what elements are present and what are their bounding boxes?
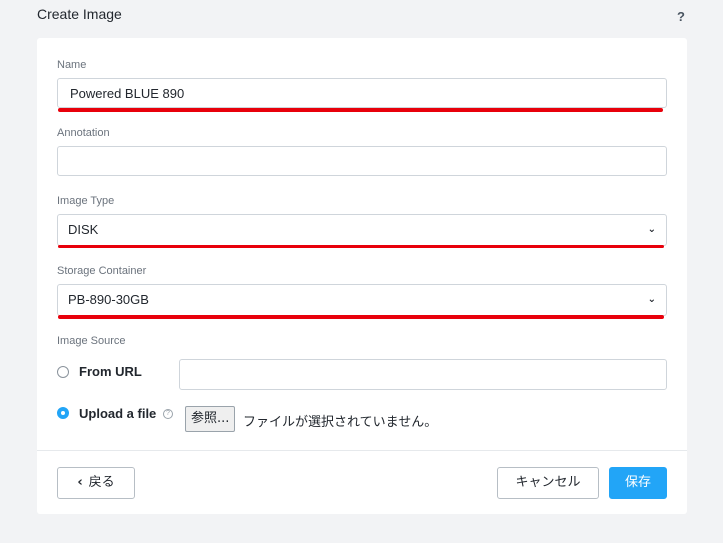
- dialog-title: Create Image: [37, 6, 122, 22]
- image-type-select[interactable]: DISK ⌄: [57, 214, 667, 246]
- storage-container-label: Storage Container: [57, 265, 147, 277]
- annotation-label: Annotation: [57, 127, 110, 139]
- from-url-radio[interactable]: [57, 366, 69, 378]
- save-button[interactable]: 保存: [609, 467, 667, 499]
- help-icon[interactable]: ?: [677, 9, 685, 24]
- image-source-label: Image Source: [57, 335, 126, 347]
- back-button[interactable]: ‹ 戻る: [57, 467, 135, 499]
- name-label: Name: [57, 59, 87, 71]
- browse-file-button[interactable]: 参照...: [185, 406, 236, 432]
- upload-file-label[interactable]: Upload a file: [79, 406, 156, 421]
- cancel-button[interactable]: キャンセル: [497, 467, 599, 499]
- chevron-down-icon: ⌄: [647, 294, 656, 305]
- annotation-input[interactable]: [57, 146, 667, 176]
- from-url-input[interactable]: [179, 359, 667, 390]
- back-button-label: 戻る: [88, 475, 115, 490]
- image-type-label: Image Type: [57, 195, 115, 207]
- from-url-label[interactable]: From URL: [79, 364, 142, 379]
- storage-container-highlight-underline: [58, 315, 664, 319]
- footer-divider: [37, 450, 687, 451]
- upload-file-radio[interactable]: [57, 407, 69, 419]
- chevron-left-icon: ‹: [77, 475, 83, 490]
- image-type-value: DISK: [68, 222, 99, 237]
- chevron-down-icon: ⌄: [647, 224, 656, 235]
- image-type-highlight-underline: [58, 245, 664, 248]
- name-input[interactable]: [57, 78, 667, 108]
- storage-container-select[interactable]: PB-890-30GB ⌄: [57, 284, 667, 316]
- name-highlight-underline: [58, 108, 663, 112]
- create-image-form: Name Annotation Image Type DISK ⌄ Storag…: [37, 38, 687, 514]
- file-status-text: ファイルが選択されていません。: [243, 415, 438, 430]
- storage-container-value: PB-890-30GB: [68, 292, 149, 307]
- info-icon[interactable]: ?: [163, 409, 173, 419]
